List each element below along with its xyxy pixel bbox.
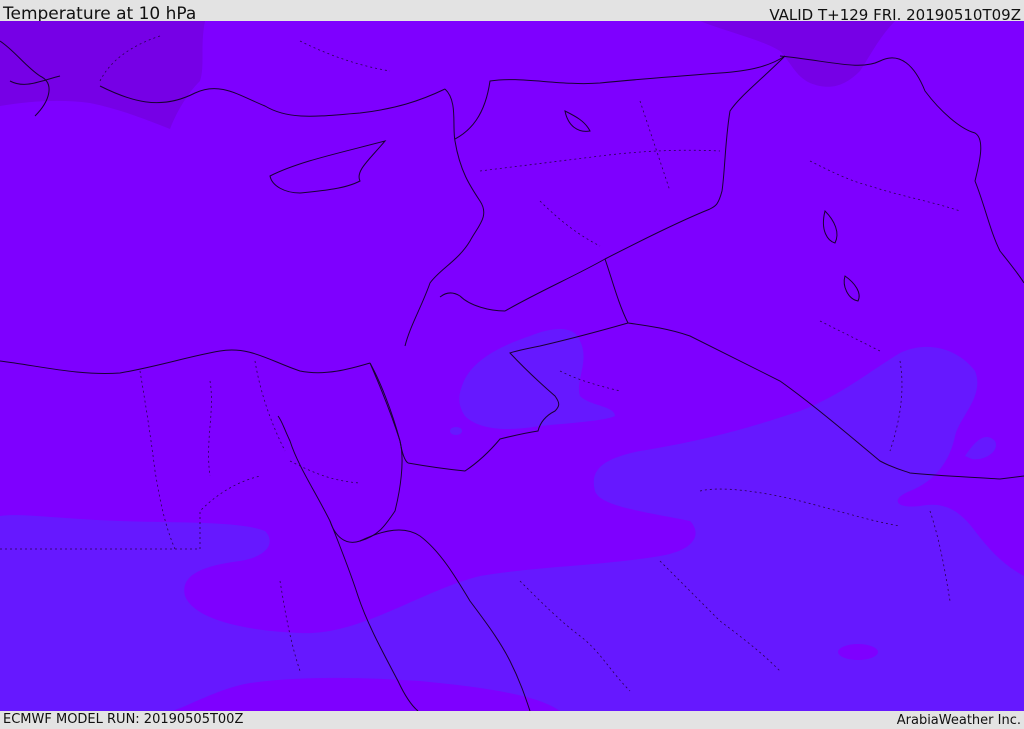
weather-map bbox=[0, 21, 1024, 711]
credit-label: ArabiaWeather Inc. bbox=[896, 713, 1021, 728]
warm-blob bbox=[838, 644, 878, 660]
map-header: Temperature at 10 hPa VALID T+129 FRI. 2… bbox=[0, 0, 1024, 24]
cool-spot-small bbox=[450, 427, 462, 435]
model-run-label: ECMWF MODEL RUN: 20190505T00Z bbox=[3, 712, 244, 727]
map-footer: ECMWF MODEL RUN: 20190505T00Z ArabiaWeat… bbox=[0, 711, 1024, 729]
